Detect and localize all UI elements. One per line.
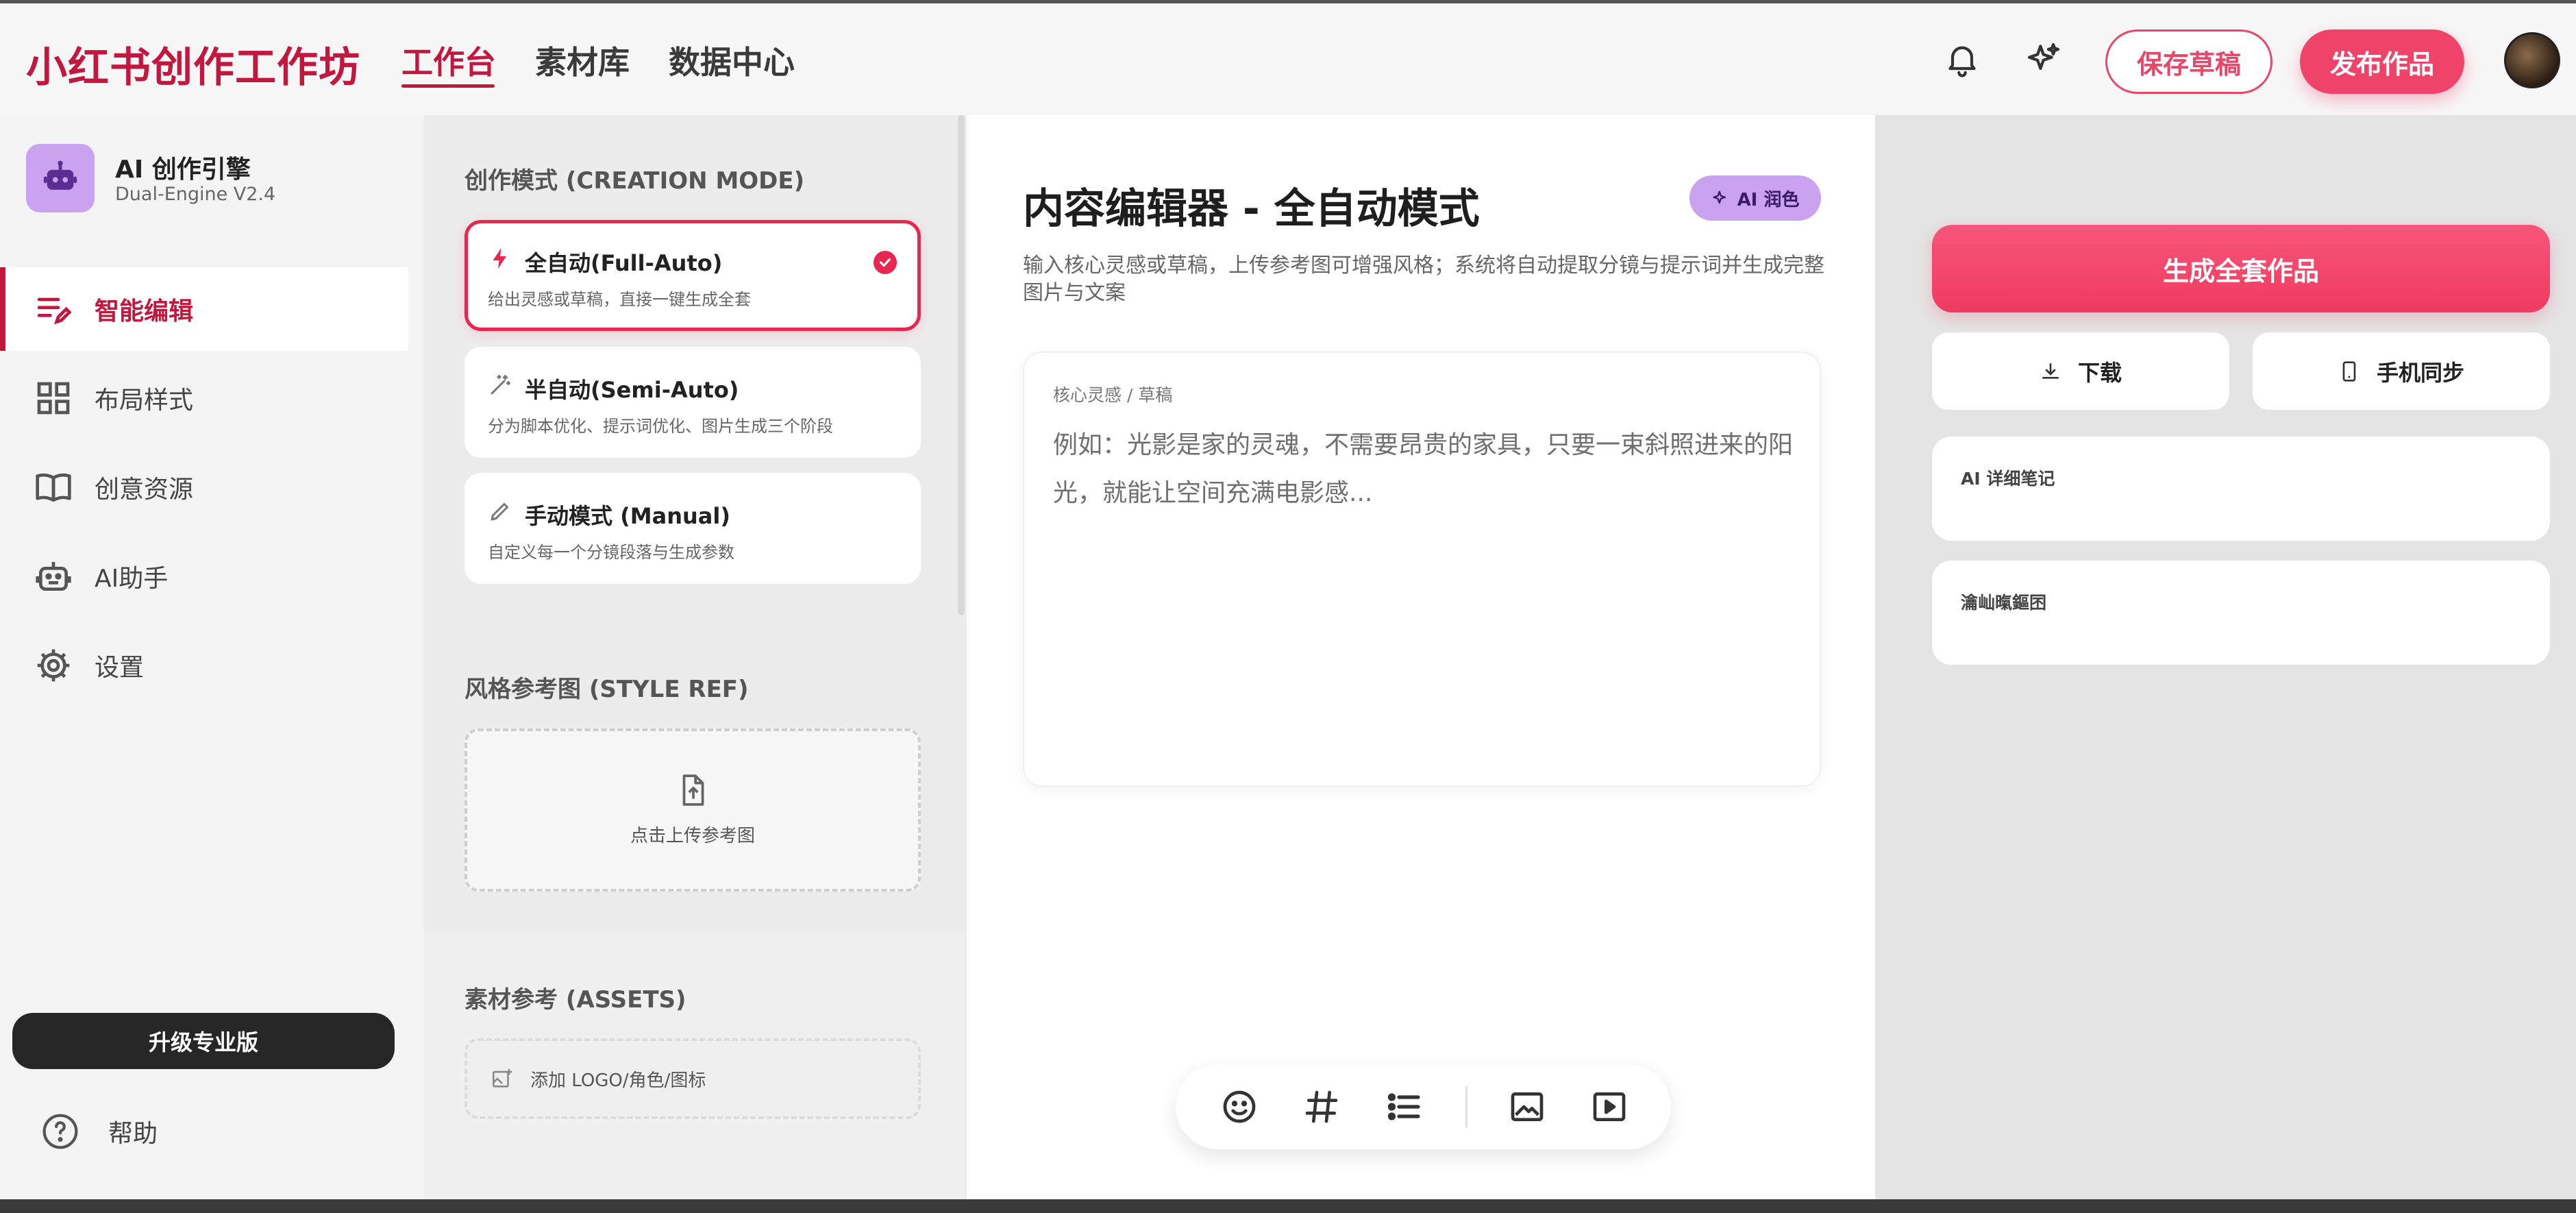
full-text-label: 瀹屾暣鏂囨 bbox=[1961, 593, 2047, 613]
ai-notes-label: AI 详细笔记 bbox=[1961, 469, 2055, 489]
help-link[interactable]: 帮助 bbox=[41, 1112, 158, 1151]
window-bottom-edge bbox=[0, 1199, 2576, 1213]
editor-description: 输入核心灵感或草稿，上传参考图可增强风格；系统将自动提取分镜与提示词并生成完整图… bbox=[1023, 254, 1824, 305]
ai-polish-label: AI 润色 bbox=[1737, 189, 1800, 210]
publish-button[interactable]: 发布作品 bbox=[2300, 29, 2464, 94]
sidebar-item-smart-edit[interactable]: 智能编辑 bbox=[0, 267, 408, 351]
image-add-icon bbox=[491, 1067, 514, 1090]
left-sidebar: AI 创作引擎 Dual-Engine V2.4 智能编辑 布局样式 创意资源 … bbox=[0, 115, 423, 1199]
tab-materials[interactable]: 素材库 bbox=[535, 38, 630, 83]
brand-logo-text[interactable]: 小红书创作工作坊 bbox=[26, 34, 360, 94]
creation-mode-title: 创作模式 (CREATION MODE) bbox=[465, 167, 805, 195]
engine-title: AI 创作引擎 bbox=[115, 156, 251, 184]
hashtag-icon[interactable] bbox=[1301, 1086, 1342, 1127]
top-header: 小红书创作工作坊 工作台 素材库 数据中心 保存草稿 发布作品 bbox=[0, 3, 2576, 115]
mode-title: 手动模式 (Manual) bbox=[525, 503, 730, 529]
pencil-icon bbox=[488, 499, 512, 524]
save-draft-button[interactable]: 保存草稿 bbox=[2105, 29, 2272, 94]
mode-desc: 给出灵感或草稿，直接一键生成全套 bbox=[488, 290, 751, 309]
list-icon[interactable] bbox=[1383, 1086, 1424, 1127]
app-window: 小红书创作工作坊 工作台 素材库 数据中心 保存草稿 发布作品 AI 创作引擎 … bbox=[0, 3, 2576, 1199]
ai-notes-card[interactable]: AI 详细笔记 bbox=[1932, 437, 2550, 541]
book-icon bbox=[34, 468, 73, 506]
sparkle-icon bbox=[1711, 188, 1731, 208]
sidebar-item-layout[interactable]: 布局样式 bbox=[0, 356, 408, 440]
video-icon[interactable] bbox=[1589, 1086, 1630, 1127]
inspiration-input-card[interactable]: 核心灵感 / 草稿 例如：光影是家的灵魂，不需要昂贵的家具，只要一束斜照进来的阳… bbox=[1023, 352, 1821, 787]
creation-mode-panel: 创作模式 (CREATION MODE) 全自动(Full-Auto) 给出灵感… bbox=[423, 115, 967, 1199]
mode-card-full-auto[interactable]: 全自动(Full-Auto) 给出灵感或草稿，直接一键生成全套 bbox=[465, 220, 921, 331]
sidebar-item-label: AI助手 bbox=[95, 565, 169, 593]
engine-version: Dual-Engine V2.4 bbox=[115, 184, 276, 205]
robot-icon bbox=[34, 557, 73, 596]
help-label: 帮助 bbox=[108, 1120, 158, 1148]
edit-note-icon bbox=[34, 290, 73, 328]
generate-all-button[interactable]: 生成全套作品 bbox=[1932, 225, 2550, 313]
editor-toolbar bbox=[1176, 1064, 1671, 1149]
phone-icon bbox=[2338, 360, 2360, 382]
assets-label: 添加 LOGO/角色/图标 bbox=[530, 1070, 706, 1091]
window-top-edge bbox=[0, 0, 2576, 3]
phone-sync-label: 手机同步 bbox=[2376, 359, 2464, 386]
download-label: 下载 bbox=[2077, 359, 2122, 386]
style-ref-upload[interactable]: 点击上传参考图 bbox=[465, 728, 921, 892]
right-panel: 生成全套作品 下载 手机同步 AI 详细笔记 瀹屾暣鏂囨 bbox=[1875, 115, 2576, 1199]
style-ref-title: 风格参考图 (STYLE REF) bbox=[465, 676, 749, 703]
tab-data-center[interactable]: 数据中心 bbox=[669, 38, 795, 83]
editor-title: 内容编辑器 - 全自动模式 bbox=[1023, 185, 1480, 233]
mode-title: 全自动(Full-Auto) bbox=[525, 250, 723, 276]
grid-icon bbox=[34, 379, 73, 417]
upload-label: 点击上传参考图 bbox=[630, 826, 755, 846]
toolbar-divider bbox=[1465, 1086, 1467, 1127]
magic-wand-icon bbox=[488, 373, 512, 397]
input-label: 核心灵感 / 草稿 bbox=[1053, 385, 1173, 405]
download-icon bbox=[2040, 360, 2061, 382]
mode-desc: 自定义每一个分镜段落与生成参数 bbox=[488, 543, 734, 562]
bolt-icon bbox=[488, 246, 512, 271]
robot-logo-icon bbox=[26, 144, 95, 212]
image-icon[interactable] bbox=[1507, 1086, 1548, 1127]
phone-sync-button[interactable]: 手机同步 bbox=[2253, 332, 2550, 410]
tab-workbench[interactable]: 工作台 bbox=[401, 38, 496, 83]
mode-desc: 分为脚本优化、提示词优化、图片生成三个阶段 bbox=[488, 417, 833, 436]
help-icon bbox=[41, 1112, 79, 1151]
mode-card-manual[interactable]: 手动模式 (Manual) 自定义每一个分镜段落与生成参数 bbox=[465, 473, 921, 584]
download-button[interactable]: 下载 bbox=[1932, 332, 2229, 410]
sidebar-item-label: 创意资源 bbox=[95, 476, 194, 504]
sidebar-item-settings[interactable]: 设置 bbox=[0, 624, 408, 707]
mode-title: 半自动(Semi-Auto) bbox=[525, 377, 739, 403]
sidebar-item-label: 布局样式 bbox=[95, 387, 194, 415]
gear-icon bbox=[34, 646, 73, 685]
assets-add-box[interactable]: 添加 LOGO/角色/图标 bbox=[465, 1038, 921, 1119]
sparkle-icon[interactable] bbox=[2024, 40, 2063, 78]
assets-title: 素材参考 (ASSETS) bbox=[465, 986, 686, 1014]
content-editor: 内容编辑器 - 全自动模式 AI 润色 输入核心灵感或草稿，上传参考图可增强风格… bbox=[967, 115, 1875, 1199]
user-avatar[interactable] bbox=[2504, 32, 2560, 88]
sidebar-item-creative[interactable]: 创意资源 bbox=[0, 445, 408, 529]
emoji-icon[interactable] bbox=[1219, 1086, 1260, 1127]
full-text-card[interactable]: 瀹屾暣鏂囨 bbox=[1932, 561, 2550, 665]
ai-polish-button[interactable]: AI 润色 bbox=[1689, 175, 1821, 221]
active-tab-underline bbox=[401, 84, 495, 88]
sidebar-item-label: 智能编辑 bbox=[95, 297, 194, 326]
panel-scrollbar[interactable] bbox=[958, 115, 965, 615]
sidebar-item-label: 设置 bbox=[95, 654, 145, 682]
sidebar-item-ai-assistant[interactable]: AI助手 bbox=[0, 535, 408, 618]
inspiration-textarea[interactable]: 例如：光影是家的灵魂，不需要昂贵的家具，只要一束斜照进来的阳光，就能让空间充满电… bbox=[1053, 421, 1793, 517]
mode-card-semi-auto[interactable]: 半自动(Semi-Auto) 分为脚本优化、提示词优化、图片生成三个阶段 bbox=[465, 347, 921, 458]
check-circle-icon bbox=[874, 251, 897, 274]
bell-icon[interactable] bbox=[1943, 40, 1981, 78]
file-upload-icon bbox=[676, 773, 710, 812]
upgrade-pro-button[interactable]: 升级专业版 bbox=[12, 1013, 395, 1069]
